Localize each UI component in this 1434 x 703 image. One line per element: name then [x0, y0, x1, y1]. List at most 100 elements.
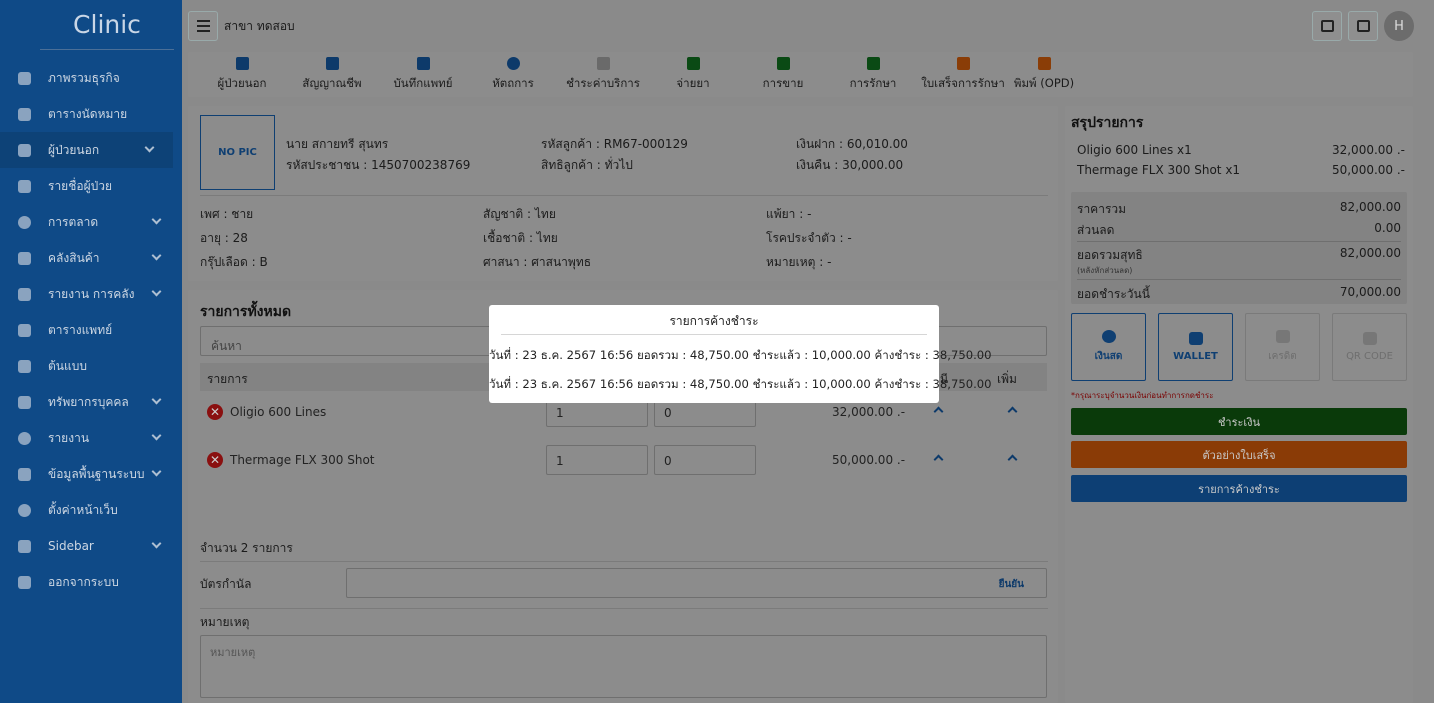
- sidebar-item-label: รายงาน การคลัง: [48, 286, 135, 301]
- doctor-schedule-icon: [0, 323, 48, 337]
- sidebar-item-outpatient[interactable]: ผู้ป่วยนอก: [0, 132, 173, 168]
- summary-line-name: Thermage FLX 300 Shot x1: [1077, 163, 1241, 177]
- chevron-up-icon[interactable]: [933, 406, 944, 417]
- sidebar-item-templates[interactable]: ต้นแบบ: [0, 348, 182, 384]
- face-icon: [506, 56, 520, 70]
- tool-label: ผู้ป่วยนอก: [217, 75, 267, 90]
- pay-cash-button[interactable]: เงินสด: [1071, 313, 1146, 381]
- calendar-icon: [1320, 20, 1334, 32]
- opd-toolbar: ผู้ป่วยนอก สัญญาณชีพ บันทึกแพทย์ หัตถการ…: [188, 52, 1413, 97]
- sidebar: Clinic ภาพรวมธุรกิจ ตารางนัดหมาย ผู้ป่วย…: [0, 0, 182, 703]
- logout-button[interactable]: [1348, 11, 1378, 41]
- patient-disease: โรคประจำตัว : -: [766, 231, 852, 245]
- note-textarea[interactable]: หมายเหตุ: [200, 635, 1047, 698]
- chevron-up-icon[interactable]: [1007, 406, 1018, 417]
- tool-print-opd[interactable]: พิมพ์ (OPD): [1008, 52, 1080, 97]
- refund-amount: เงินคืน : 30,000.00: [796, 158, 904, 172]
- pay-wallet-label: WALLET: [1173, 351, 1218, 362]
- sidebar-item-label: คลังสินค้า: [48, 250, 100, 265]
- remove-icon[interactable]: ✕: [207, 404, 223, 420]
- sidebar-item-patient-list[interactable]: รายชื่อผู้ป่วย: [0, 168, 182, 204]
- sidebar-item-web-settings[interactable]: ตั้งค่าหน้าเว็บ: [0, 492, 182, 528]
- tool-doctor-note[interactable]: บันทึกแพทย์: [378, 52, 468, 97]
- tool-treatment[interactable]: การรักษา: [828, 52, 918, 97]
- pay-qr-label: QR CODE: [1346, 351, 1393, 362]
- sidebar-item-logout[interactable]: ออกจากระบบ: [0, 564, 182, 600]
- chevron-up-icon[interactable]: [933, 454, 944, 465]
- discount-label: ส่วนลด: [1077, 223, 1115, 237]
- customer-right: สิทธิลูกค้า : ทั่วไป: [541, 158, 633, 172]
- sidebar-item-label: การตลาด: [48, 214, 99, 229]
- summary-line-value: 32,000.00 .-: [1331, 143, 1405, 157]
- sidebar-item-inventory[interactable]: คลังสินค้า: [0, 240, 182, 276]
- outstanding-item[interactable]: วันที่ : 23 ธ.ค. 2567 16:56 ยอดรวม : 48,…: [489, 347, 992, 365]
- outstanding-item[interactable]: วันที่ : 23 ธ.ค. 2567 16:56 ยอดรวม : 48,…: [489, 376, 992, 394]
- chevron-up-icon[interactable]: [1007, 454, 1018, 465]
- branch-name: สาขา ทดสอบ: [224, 19, 295, 33]
- sidebar-item-finance-report[interactable]: รายงาน การคลัง: [0, 276, 182, 312]
- divider: [200, 608, 1048, 609]
- sidebar-item-reports[interactable]: รายงาน: [0, 420, 182, 456]
- item-price: 50,000.00 .-: [832, 453, 906, 467]
- tool-label: หัตถการ: [492, 75, 534, 90]
- pay-credit-label: เครดิต: [1268, 351, 1297, 362]
- sidebar-item-dashboard[interactable]: ภาพรวมธุรกิจ: [0, 60, 182, 96]
- tool-outpatient[interactable]: ผู้ป่วยนอก: [198, 52, 286, 97]
- today-value: 70,000.00: [1339, 285, 1401, 299]
- calendar-button[interactable]: [1312, 11, 1342, 41]
- dashboard-icon: [0, 71, 48, 85]
- patient-religion: ศาสนา : ศาสนาพุทธ: [483, 255, 592, 269]
- sidebar-item-doctor-schedule[interactable]: ตารางแพทย์: [0, 312, 182, 348]
- sidebar-item-master-data[interactable]: ข้อมูลพื้นฐานระบบ: [0, 456, 182, 492]
- tool-procedure[interactable]: หัตถการ: [468, 52, 558, 97]
- tool-sales[interactable]: การขาย: [738, 52, 828, 97]
- quantity-input[interactable]: 1: [546, 445, 648, 475]
- divider: [1077, 241, 1401, 242]
- sidebar-item-appointments[interactable]: ตารางนัดหมาย: [0, 96, 182, 132]
- sidebar-item-label: ตารางนัดหมาย: [48, 106, 128, 121]
- patient-blood-group: กรุ๊ปเลือด : B: [200, 255, 268, 269]
- sidebar-item-label: ผู้ป่วยนอก: [48, 142, 100, 157]
- pay-credit-button[interactable]: เครดิต: [1245, 313, 1320, 381]
- tool-label: การรักษา: [849, 75, 897, 90]
- item-count: จำนวน 2 รายการ: [200, 541, 293, 555]
- sidebar-item-sidebar[interactable]: Sidebar: [0, 528, 182, 564]
- patient-remark: หมายเหตุ : -: [766, 255, 832, 269]
- summary-title: สรุปรายการ: [1071, 115, 1144, 131]
- grid-icon: [0, 467, 48, 481]
- modal-title: รายการค้างชำระ: [669, 314, 759, 328]
- tool-treatment-receipt[interactable]: ใบเสร็จการรักษา: [918, 52, 1008, 97]
- hamburger-menu-button[interactable]: [188, 11, 218, 41]
- sidebar-item-label: ตั้งค่าหน้าเว็บ: [48, 502, 118, 517]
- discount-input[interactable]: 0: [654, 445, 756, 475]
- pay-qr-button[interactable]: QR CODE: [1332, 313, 1407, 381]
- patients-icon: [0, 179, 48, 193]
- patient-search-icon: [235, 56, 249, 70]
- summary-line-value: 50,000.00 .-: [1331, 163, 1405, 177]
- sidebar-item-label: ต้นแบบ: [48, 358, 87, 373]
- chevron-down-icon: [151, 250, 162, 261]
- remove-icon[interactable]: ✕: [207, 452, 223, 468]
- sidebar-item-hr[interactable]: ทรัพยากรบุคคล: [0, 384, 182, 420]
- sidebar-item-marketing[interactable]: การตลาด: [0, 204, 182, 240]
- chevron-down-icon: [151, 430, 162, 441]
- outstanding-modal: รายการค้างชำระ วันที่ : 23 ธ.ค. 2567 16:…: [489, 305, 992, 403]
- table-row: ✕ Thermage FLX 300 Shot 1 0 50,000.00 .-: [200, 443, 1047, 477]
- tool-dispense-drug[interactable]: จ่ายยา: [648, 52, 738, 97]
- receipt-preview-button[interactable]: ตัวอย่างใบเสร็จ: [1071, 441, 1407, 468]
- pay-button[interactable]: ชำระเงิน: [1071, 408, 1407, 435]
- pay-wallet-button[interactable]: WALLET: [1158, 313, 1233, 381]
- alert-icon: [0, 431, 48, 445]
- totals-box: ราคารวม 82,000.00 ส่วนลด 0.00 ยอดรวมสุทธิ 8…: [1071, 192, 1407, 304]
- tool-label: การขาย: [762, 75, 804, 90]
- chevron-down-icon: [151, 538, 162, 549]
- confirm-button[interactable]: ยืนยัน: [999, 577, 1024, 592]
- patient-name: นาย สกายทรี สุนทร: [286, 137, 389, 151]
- sidebar-nav: ภาพรวมธุรกิจ ตารางนัดหมาย ผู้ป่วยนอก ราย…: [0, 60, 182, 600]
- voucher-input[interactable]: ยืนยัน: [346, 568, 1047, 598]
- avatar[interactable]: H: [1384, 11, 1414, 41]
- tool-vital-signs[interactable]: สัญญาณชีพ: [286, 52, 378, 97]
- outstanding-button[interactable]: รายการค้างชำระ: [1071, 475, 1407, 502]
- customer-code: รหัสลูกค้า : RM67-000129: [541, 137, 688, 151]
- tool-service-payment[interactable]: ชำระค่าบริการ: [558, 52, 648, 97]
